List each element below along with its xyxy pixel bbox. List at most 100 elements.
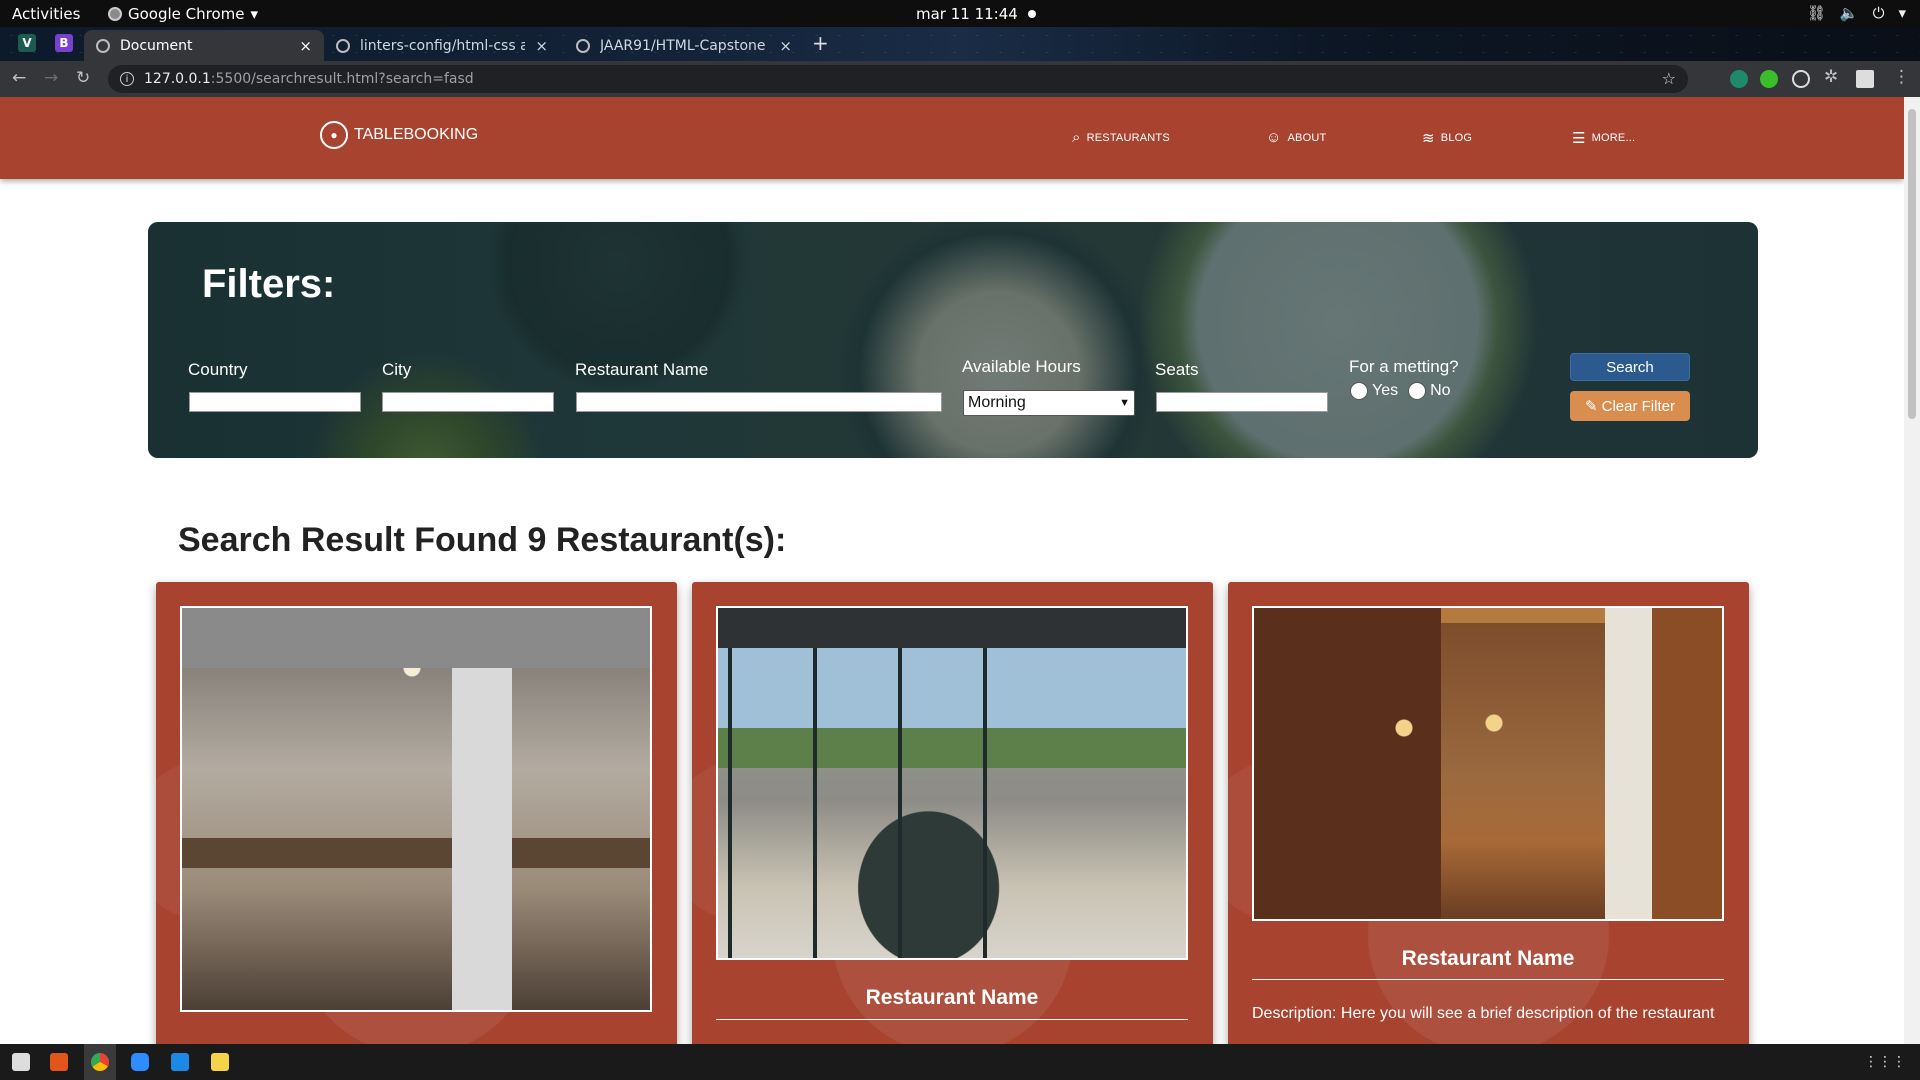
globe-icon	[96, 38, 110, 53]
extensions-puzzle-icon[interactable]: ✲	[1824, 67, 1838, 87]
meeting-yes-label: Yes	[1372, 382, 1399, 399]
extension-grammarly-icon[interactable]	[1730, 70, 1748, 88]
restaurant-image[interactable]	[180, 606, 652, 1012]
meeting-yes-radio[interactable]	[1350, 382, 1368, 400]
restaurant-card[interactable]: Restaurant Name	[692, 582, 1213, 1044]
restaurant-name-label: Restaurant Name	[575, 360, 709, 379]
reload-icon[interactable]: ↻	[76, 68, 90, 88]
search-icon: ⌕	[1072, 129, 1081, 146]
chevron-down-icon: ▼	[1119, 397, 1130, 409]
restaurant-name[interactable]: Restaurant Name	[716, 986, 1188, 1010]
clock-text: mar 11 11:44	[916, 5, 1018, 23]
rss-icon: ≋	[1422, 130, 1435, 147]
chrome-icon[interactable]	[91, 1053, 109, 1071]
recording-indicator-icon	[1027, 10, 1036, 18]
seats-input[interactable]	[1156, 392, 1328, 412]
nav-more[interactable]: ☰ MORE...	[1572, 129, 1635, 147]
card-divider	[716, 1019, 1188, 1020]
chrome-icon	[108, 7, 122, 21]
country-label: Country	[188, 360, 248, 379]
chrome-menu-icon[interactable]: ⋮	[1893, 67, 1910, 87]
taskbar: ⋮⋮⋮	[0, 1044, 1920, 1080]
browser-tab-strip: V B Document × linters-config/html-css a…	[0, 27, 1920, 61]
close-tab-icon[interactable]: ×	[299, 37, 312, 55]
tab-title: linters-config/html-css at	[360, 37, 526, 54]
meeting-label: For a metting?	[1349, 357, 1459, 376]
close-tab-icon[interactable]: ×	[535, 37, 548, 55]
notes-icon[interactable]	[211, 1053, 229, 1071]
bookmark-star-icon[interactable]: ☆	[1662, 69, 1676, 88]
nav-label: RESTAURANTS	[1086, 131, 1170, 144]
menu-icon: ☰	[1572, 130, 1586, 147]
forward-arrow-icon[interactable]: →	[44, 68, 58, 88]
available-hours-label: Available Hours	[962, 357, 1081, 376]
filters-title: Filters:	[202, 262, 336, 306]
clear-filter-button[interactable]: ✎ Clear Filter	[1570, 391, 1690, 421]
restaurant-card[interactable]	[156, 582, 677, 1044]
tab-document[interactable]: Document ×	[84, 30, 324, 61]
address-bar[interactable]: i 127.0.0.1 :5500/searchresult.html?sear…	[108, 65, 1688, 93]
restaurant-description: Description: Here you will see a brief d…	[1252, 1005, 1715, 1022]
app-name: Google Chrome	[128, 5, 245, 23]
volume-icon[interactable]: 🔈	[1840, 4, 1859, 22]
restaurant-name[interactable]: Restaurant Name	[1252, 947, 1724, 971]
menu-arrow-icon[interactable]: ▾	[1898, 4, 1906, 22]
system-tray[interactable]: ⛓ 🔈 ⏻ ▾	[1807, 4, 1906, 22]
site-navbar: ● TABLEBOOKING ⌕ RESTAURANTS ☺ ABOUT ≋ B…	[0, 97, 1904, 179]
available-hours-select[interactable]: Morning ▼	[963, 390, 1135, 416]
restaurant-card[interactable]: Restaurant Name Description: Here you wi…	[1228, 582, 1749, 1044]
city-input[interactable]	[382, 392, 554, 412]
seats-label: Seats	[1155, 360, 1199, 379]
close-tab-icon[interactable]: ×	[779, 37, 792, 55]
country-input[interactable]	[189, 392, 361, 412]
search-button[interactable]: Search	[1570, 353, 1690, 381]
clear-filter-label: Clear Filter	[1601, 397, 1675, 415]
back-arrow-icon[interactable]: ←	[12, 68, 26, 88]
github-icon	[576, 38, 590, 53]
scrollbar-thumb[interactable]	[1908, 109, 1916, 419]
extension-green-icon[interactable]	[1760, 70, 1778, 88]
restaurant-image[interactable]	[716, 606, 1188, 960]
app-menu[interactable]: Google Chrome ▾	[108, 5, 258, 23]
zoom-icon[interactable]	[131, 1053, 149, 1071]
brand-name: TABLEBOOKING	[354, 126, 479, 143]
meeting-no-label: No	[1430, 382, 1451, 399]
files-icon[interactable]	[12, 1053, 30, 1071]
vscode-icon[interactable]	[171, 1053, 189, 1071]
vue-devtools-icon[interactable]: V	[18, 34, 36, 52]
city-label: City	[382, 360, 412, 379]
extension-wappalyzer-icon[interactable]	[1792, 70, 1810, 88]
activities-button[interactable]: Activities	[12, 5, 80, 23]
brand-logo[interactable]: ● TABLEBOOKING	[320, 121, 478, 149]
power-icon[interactable]: ⏻	[1873, 4, 1885, 22]
app-grid-icon[interactable]: ⋮⋮⋮	[1864, 1054, 1906, 1070]
restaurant-name-input[interactable]	[576, 392, 942, 412]
nav-about[interactable]: ☺ ABOUT	[1266, 129, 1326, 146]
nav-label: ABOUT	[1287, 131, 1327, 144]
nav-restaurants[interactable]: ⌕ RESTAURANTS	[1072, 129, 1170, 146]
url-path: :5500/searchresult.html?search=fasd	[210, 71, 474, 87]
user-icon: ☺	[1266, 129, 1282, 146]
card-divider	[1252, 979, 1724, 980]
app-menu-arrow: ▾	[250, 5, 259, 23]
extension-qr-icon[interactable]	[1856, 70, 1874, 88]
browser-toolbar: ← → ↻ i 127.0.0.1 :5500/searchresult.htm…	[0, 61, 1920, 97]
results-title: Search Result Found 9 Restaurant(s):	[178, 521, 787, 559]
site-info-icon[interactable]: i	[120, 72, 134, 86]
os-top-bar: Activities Google Chrome ▾ mar 11 11:44 …	[0, 0, 1920, 27]
bootstrap-icon[interactable]: B	[55, 34, 73, 52]
restaurant-image[interactable]	[1252, 606, 1724, 921]
filters-panel: Filters: Country City Restaurant Name Av…	[148, 222, 1758, 458]
meeting-radio-group: Yes No	[1350, 382, 1451, 400]
tab-title: Document	[120, 37, 193, 54]
github-icon	[336, 38, 350, 53]
page-scrollbar[interactable]	[1904, 97, 1920, 1044]
tab-linters-config[interactable]: linters-config/html-css at ×	[324, 30, 560, 61]
meeting-no-radio[interactable]	[1408, 382, 1427, 400]
new-tab-button[interactable]: +	[812, 31, 829, 55]
software-center-icon[interactable]	[50, 1053, 68, 1071]
nav-blog[interactable]: ≋ BLOG	[1422, 129, 1472, 147]
tab-html-capstone[interactable]: JAAR91/HTML-Capstone ×	[564, 30, 804, 61]
network-icon[interactable]: ⛓	[1807, 4, 1826, 22]
clock[interactable]: mar 11 11:44	[916, 5, 1036, 23]
